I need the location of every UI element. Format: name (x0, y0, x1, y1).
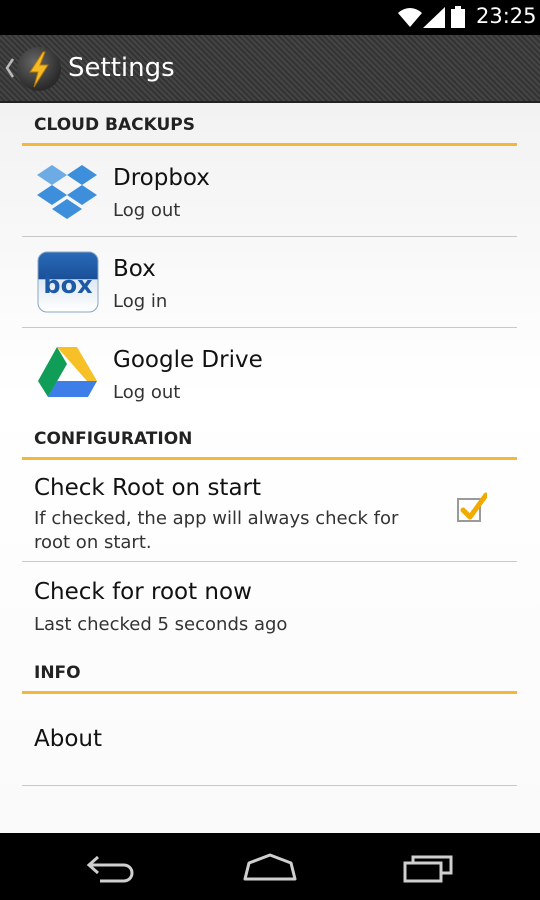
box-icon: box (37, 251, 99, 317)
section-header-cloud-backups: CLOUD BACKUPS (22, 112, 517, 146)
list-item-box[interactable]: box Box Log in (22, 237, 517, 328)
lightning-bolt-icon[interactable] (17, 47, 61, 91)
page-title: Settings (68, 53, 175, 83)
settings-list: CLOUD BACKUPS Dropbox Log out box Box Lo… (0, 103, 540, 833)
dropbox-icon (37, 163, 97, 225)
dropbox-subtitle: Log out (113, 200, 181, 221)
check-for-root-now-title: Check for root now (34, 579, 252, 605)
status-time: 23:25 (476, 4, 537, 28)
section-header-info: INFO (22, 659, 517, 694)
navigation-bar (0, 833, 540, 900)
list-item-about[interactable]: About (22, 694, 517, 786)
wifi-icon (398, 6, 422, 32)
back-chevron-icon[interactable] (5, 57, 15, 83)
section-header-configuration: CONFIGURATION (22, 425, 517, 460)
dropbox-title: Dropbox (113, 165, 210, 191)
home-icon[interactable] (243, 853, 297, 885)
list-item-google-drive[interactable]: Google Drive Log out (22, 328, 517, 419)
svg-text:box: box (43, 271, 93, 299)
google-drive-icon (37, 345, 99, 405)
signal-icon (423, 7, 445, 32)
check-root-on-start-title: Check Root on start (34, 475, 262, 501)
google-drive-title: Google Drive (113, 347, 263, 373)
status-bar: 23:25 (0, 0, 540, 35)
list-item-dropbox[interactable]: Dropbox Log out (22, 146, 517, 237)
battery-icon (451, 6, 465, 32)
box-title: Box (113, 256, 156, 282)
list-item-check-root-on-start[interactable]: Check Root on start If checked, the app … (22, 460, 517, 562)
check-for-root-now-subtitle: Last checked 5 seconds ago (34, 614, 288, 635)
back-icon[interactable] (86, 853, 138, 887)
about-title: About (34, 726, 103, 752)
recent-apps-icon[interactable] (403, 853, 455, 887)
check-root-on-start-checkbox[interactable] (457, 492, 487, 522)
box-subtitle: Log in (113, 291, 168, 312)
check-root-on-start-subtitle: If checked, the app will always check fo… (34, 508, 399, 553)
action-bar: Settings (0, 35, 540, 103)
list-item-check-for-root-now[interactable]: Check for root now Last checked 5 second… (22, 562, 517, 653)
google-drive-subtitle: Log out (113, 382, 181, 403)
